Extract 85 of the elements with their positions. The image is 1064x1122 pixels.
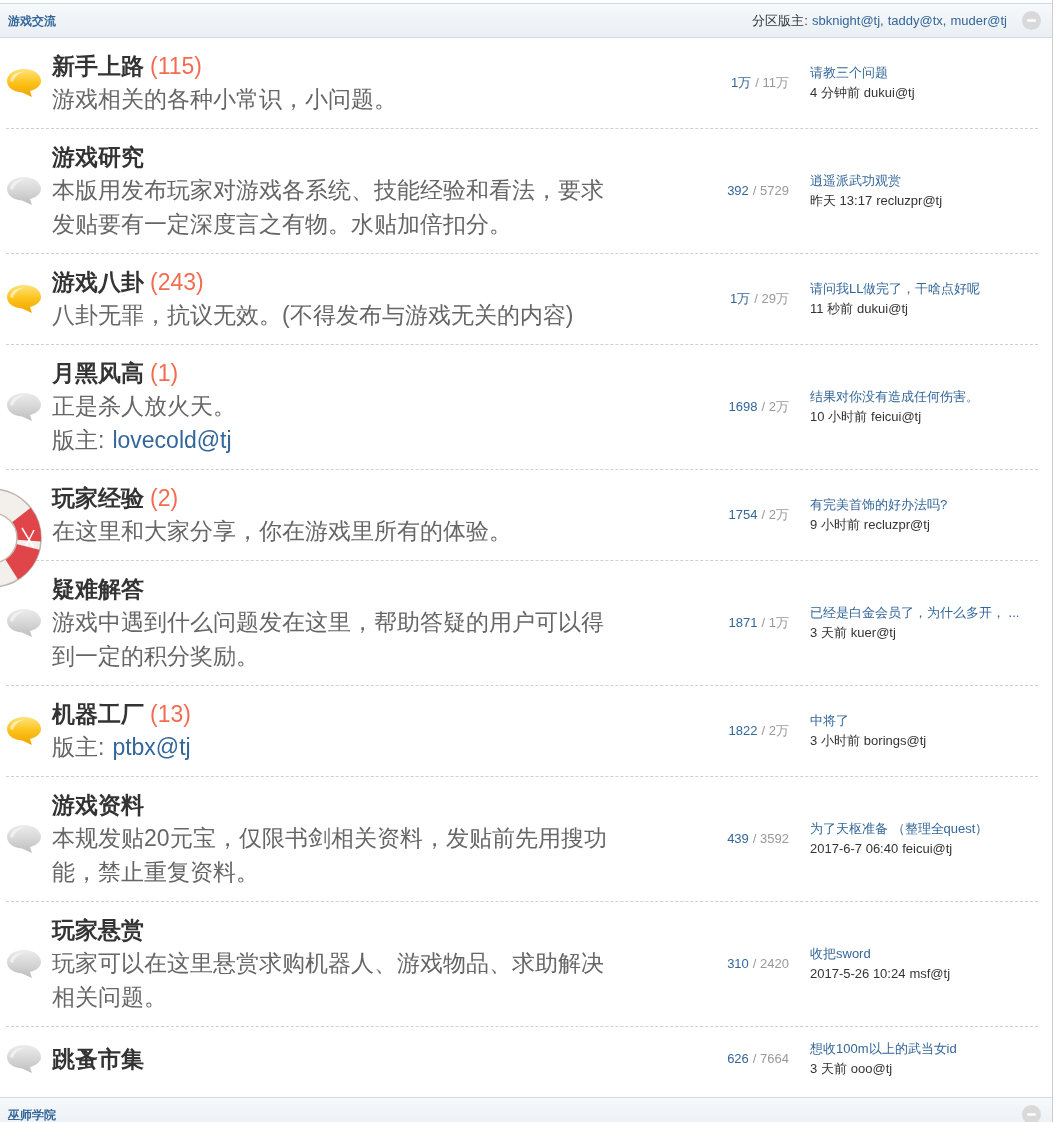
last-post-time: 昨天 13:17 [810, 192, 873, 210]
author-link[interactable]: ooo@tj [850, 1059, 893, 1079]
thread-count: 1万 [731, 74, 752, 93]
post-count: / 5729 [752, 182, 789, 201]
forum-title[interactable]: 玩家悬赏 [52, 914, 144, 946]
last-post-time: 9 小时前 [810, 516, 860, 534]
moderator-link[interactable]: lovecold@tj [112, 423, 232, 457]
thread-count: 1871 [728, 614, 758, 633]
forum-description: 八卦无罪，抗议无效。(不得发布与游戏无关的内容) [52, 301, 575, 330]
post-count: / 2万 [761, 398, 789, 417]
author-link[interactable]: feicui@tj [871, 407, 922, 427]
today-post-count: (115) [150, 52, 202, 81]
author-link[interactable]: dukui@tj [863, 83, 915, 103]
forum-title[interactable]: 游戏研究 [52, 141, 144, 173]
thread-count: 1754 [728, 506, 758, 525]
forum-description: 游戏相关的各种小常识，小问题。 [52, 85, 398, 114]
last-post-time: 3 天前 [810, 624, 847, 642]
post-count: / 29万 [754, 290, 789, 309]
moderator-link[interactable]: ptbx@tj [112, 730, 191, 764]
last-post-time: 3 天前 [810, 1060, 847, 1078]
forum-title[interactable]: 机器工厂 [52, 698, 144, 730]
post-count: / 2万 [761, 722, 789, 741]
last-post-time: 4 分钟前 [810, 84, 860, 102]
author-link[interactable]: kuer@tj [850, 623, 896, 643]
post-count: / 2420 [752, 955, 789, 974]
last-post-link[interactable]: 逍遥派武功观赏 [810, 171, 901, 191]
thread-count: 1698 [728, 398, 758, 417]
today-post-count: (2) [150, 484, 179, 513]
thread-count: 310 [727, 955, 749, 974]
collapse-icon[interactable] [1022, 1105, 1041, 1122]
last-post-link[interactable]: 请问我LL做完了，干啥点好呢 [810, 279, 981, 299]
forum-title[interactable]: 玩家经验 [52, 482, 144, 514]
forum-description: 在这里和大家分享，你在游戏里所有的体验。 [52, 517, 513, 546]
last-post-link[interactable]: 为了天枢准备 （整理全quest） [810, 819, 989, 839]
forum-description: 本版用发布玩家对游戏各系统、技能经验和看法，要求发贴要有一定深度言之有物。水贴加倍扣分。 [52, 176, 605, 239]
author-link[interactable]: feicui@tj [902, 839, 953, 859]
moderator-link[interactable]: muder@tj [950, 10, 1007, 31]
post-count: / 7664 [752, 1050, 789, 1069]
moderator-link[interactable]: sbknight@tj, [812, 10, 884, 31]
forum-description: 本规发贴20元宝，仅限书剑相关资料，发贴前先用搜功能，禁止重复资料。 [52, 824, 608, 887]
post-count: / 2万 [761, 506, 789, 525]
thread-count: 626 [727, 1050, 749, 1069]
forum-title[interactable]: 跳蚤市集 [52, 1043, 144, 1075]
thread-count: 439 [727, 830, 749, 849]
last-post-time: 11 秒前 [810, 300, 854, 318]
last-post-link[interactable]: 收把sword [810, 944, 871, 964]
today-post-count: (1) [150, 359, 179, 388]
last-post-link[interactable]: 有完美首饰的好办法吗? [810, 495, 948, 515]
last-post-link[interactable]: 已经是白金会员了，为什么多开， ... [810, 603, 1020, 623]
forum-description: 游戏中遇到什么问题发在这里，帮助答疑的用户可以得到一定的积分奖励。 [52, 608, 605, 671]
moderators-label: 分区版主: [752, 11, 808, 30]
collapse-icon[interactable] [1022, 11, 1041, 30]
moderator-label: 版主: [52, 426, 105, 455]
category-title[interactable]: 游戏交流 [8, 11, 56, 30]
author-link[interactable]: recluzpr@tj [876, 191, 943, 211]
last-post-link[interactable]: 想收100m以上的武当女id [810, 1039, 957, 1059]
last-post-time: 2017-5-26 10:24 [810, 965, 906, 983]
forum-title[interactable]: 新手上路 [52, 50, 144, 82]
author-link[interactable]: recluzpr@tj [863, 515, 930, 535]
category-title[interactable]: 巫师学院 [8, 1105, 56, 1122]
thread-count: 1万 [730, 290, 751, 309]
last-post-time: 10 小时前 [810, 408, 868, 426]
moderator-label: 版主: [52, 733, 105, 762]
forum-title[interactable]: 月黑风高 [52, 357, 144, 389]
forum-description: 玩家可以在这里悬赏求购机器人、游戏物品、求助解决相关问题。 [52, 949, 605, 1012]
author-link[interactable]: borings@tj [863, 731, 927, 751]
last-post-link[interactable]: 结果对你没有造成任何伤害。 [810, 387, 979, 407]
moderator-link[interactable]: taddy@tx, [887, 10, 947, 31]
thread-count: 392 [727, 182, 749, 201]
last-post-time: 3 小时前 [810, 732, 860, 750]
post-count: / 1万 [761, 614, 789, 633]
last-post-time: 2017-6-7 06:40 [810, 840, 899, 858]
last-post-link[interactable]: 中将了 [810, 711, 849, 731]
last-post-link[interactable]: 请教三个问题 [810, 63, 888, 83]
forum-description: 正是杀人放火天。 [52, 392, 237, 421]
author-link[interactable]: dukui@tj [857, 299, 908, 319]
today-post-count: (243) [150, 268, 204, 297]
forum-title[interactable]: 疑难解答 [52, 573, 144, 605]
forum-title[interactable]: 游戏八卦 [52, 266, 144, 298]
author-link[interactable]: msf@tj [909, 964, 951, 984]
post-count: / 11万 [755, 74, 789, 93]
forum-title[interactable]: 游戏资料 [52, 789, 144, 821]
thread-count: 1822 [728, 722, 758, 741]
post-count: / 3592 [752, 830, 789, 849]
today-post-count: (13) [150, 700, 191, 729]
